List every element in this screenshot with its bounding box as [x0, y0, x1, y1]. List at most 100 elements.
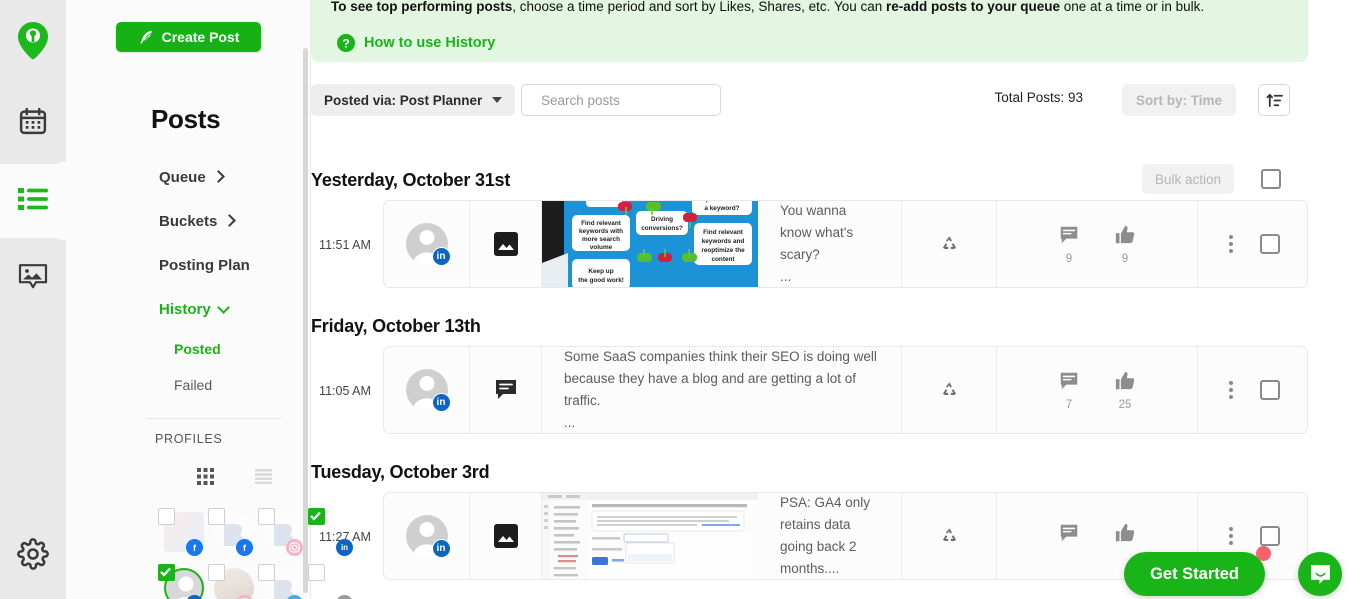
sidebar-subitem-label: Posted: [174, 341, 221, 357]
svg-text:Find relevant: Find relevant: [703, 229, 744, 236]
profile-checkbox[interactable]: [158, 564, 175, 581]
post-engagement-stats: 9 9: [997, 201, 1197, 287]
profile-checkbox[interactable]: [258, 508, 275, 525]
post-recycle-status[interactable]: [901, 201, 997, 287]
svg-text:the good work!: the good work!: [578, 277, 624, 284]
sidebar-item-posts[interactable]: [0, 160, 66, 238]
app-logo[interactable]: [0, 0, 66, 82]
select-all-checkbox[interactable]: [1261, 169, 1281, 189]
post-group-title: Tuesday, October 3rd: [311, 462, 489, 483]
chevron-right-icon: [212, 170, 225, 183]
create-post-button[interactable]: Create Post: [116, 22, 261, 52]
thumbs-up-icon: [1114, 370, 1136, 392]
post-row-actions: [1197, 201, 1307, 287]
post-recycle-status[interactable]: [901, 493, 997, 579]
post-text: Some SaaS companies think their SEO is d…: [542, 347, 901, 433]
banner-text-normal-2: one at a time or in bulk.: [1060, 0, 1204, 14]
thumbs-up-icon: [1114, 224, 1136, 246]
sidebar-subitem-failed[interactable]: Failed: [66, 367, 311, 403]
flowchart-thumbnail-image: Find relevantkeywords withmore searchvol…: [542, 201, 758, 287]
profile-checkbox[interactable]: [208, 564, 225, 581]
banner-text: To see top performing posts, choose a ti…: [331, 0, 1288, 16]
get-started-button[interactable]: Get Started: [1124, 552, 1265, 596]
post-group: Yesterday, October 31st Bulk action 11:5…: [311, 160, 1308, 288]
text-post-icon: [493, 377, 519, 403]
sidebar-item-buckets[interactable]: Buckets: [66, 199, 311, 243]
svg-text:volume: volume: [590, 244, 613, 251]
post-select-checkbox[interactable]: [1260, 380, 1280, 400]
posted-via-label: Posted via: Post Planner: [324, 93, 482, 108]
banner-text-normal-1: , choose a time period and sort by Likes…: [512, 0, 886, 14]
profile-checkbox[interactable]: [308, 508, 325, 525]
svg-text:more search: more search: [582, 236, 620, 243]
post-text: You wanna know what's scary? ...: [758, 201, 901, 287]
chevron-right-icon: [223, 214, 236, 227]
grid-view-icon[interactable]: [197, 468, 214, 490]
profile-item[interactable]: [204, 564, 254, 599]
left-icon-rail: [0, 0, 66, 599]
gear-icon: [17, 538, 49, 570]
more-options-icon[interactable]: [1226, 378, 1236, 402]
sidebar-subitem-posted[interactable]: Posted: [66, 331, 311, 367]
post-type-indicator: [470, 201, 542, 287]
search-input[interactable]: [541, 93, 718, 108]
notification-dot: [1256, 546, 1271, 561]
sort-ascending-icon: [1266, 92, 1283, 109]
profile-item[interactable]: f: [204, 508, 254, 558]
banner-text-bold-2: re-add posts to your queue: [886, 0, 1060, 14]
post-text-content: You wanna know what's scary?: [780, 200, 879, 266]
comments-stat: [1058, 522, 1080, 551]
sidebar-divider: [146, 418, 281, 419]
posts-toolbar: Posted via: Post Planner Total Posts: 93…: [311, 84, 1308, 116]
post-text-content: PSA: GA4 only retains data going back 2 …: [780, 492, 879, 580]
calendar-icon: [18, 106, 48, 136]
sidebar-item-label: Buckets: [159, 213, 217, 230]
svg-text:?: ?: [342, 36, 349, 50]
comments-stat: 9: [1058, 224, 1080, 265]
profile-item[interactable]: [254, 508, 304, 558]
comments-count: 9: [1066, 253, 1072, 265]
list-view-icon[interactable]: [255, 469, 272, 489]
more-options-icon[interactable]: [1226, 524, 1236, 548]
profile-checkbox[interactable]: [258, 564, 275, 581]
chevron-down-icon: [217, 301, 230, 314]
sidebar-item-calendar[interactable]: [0, 82, 66, 160]
facebook-badge-icon: f: [186, 539, 203, 556]
profile-checkbox[interactable]: [158, 508, 175, 525]
post-time: 11:05 AM: [312, 347, 378, 435]
sort-by-button[interactable]: Sort by: Time: [1122, 84, 1236, 116]
how-to-use-history-link[interactable]: ? How to use History: [337, 34, 495, 52]
post-profile-avatar: in: [384, 201, 470, 287]
post-select-checkbox[interactable]: [1260, 234, 1280, 254]
post-recycle-status[interactable]: [901, 347, 997, 433]
svg-text:content: content: [711, 256, 735, 263]
chat-launcher-button[interactable]: [1298, 552, 1342, 596]
sidebar-item-queue[interactable]: Queue: [66, 155, 311, 199]
profile-item[interactable]: f: [154, 508, 204, 558]
profile-item[interactable]: in: [154, 564, 204, 599]
more-options-icon[interactable]: [1226, 232, 1236, 256]
media-image-icon: [17, 262, 49, 292]
recycle-icon: [940, 381, 959, 400]
post-thumbnail: Find relevantkeywords withmore searchvol…: [542, 201, 758, 287]
profile-item[interactable]: [254, 564, 304, 599]
image-icon: [493, 523, 519, 549]
post-group-header: Yesterday, October 31st Bulk action: [311, 160, 1308, 200]
sidebar-item-media[interactable]: [0, 238, 66, 316]
sidebar-item-history[interactable]: History: [66, 287, 311, 331]
page-title: Posts: [151, 104, 220, 135]
profile-checkbox[interactable]: [308, 564, 325, 581]
svg-text:optimized for: optimized for: [702, 201, 743, 203]
list-icon: [18, 186, 48, 212]
comment-icon: [1058, 522, 1080, 544]
table-row[interactable]: 11:51 AM in: [383, 200, 1308, 288]
post-type-indicator: [470, 493, 542, 579]
profile-checkbox[interactable]: [208, 508, 225, 525]
sidebar-item-posting-plan[interactable]: Posting Plan: [66, 243, 311, 287]
sort-direction-button[interactable]: [1258, 84, 1290, 116]
bulk-action-button[interactable]: Bulk action: [1142, 164, 1234, 194]
posted-via-dropdown[interactable]: Posted via: Post Planner: [311, 84, 515, 116]
table-row[interactable]: 11:05 AM in: [383, 346, 1308, 434]
post-select-checkbox[interactable]: [1260, 526, 1280, 546]
sidebar-item-settings[interactable]: [0, 509, 66, 599]
